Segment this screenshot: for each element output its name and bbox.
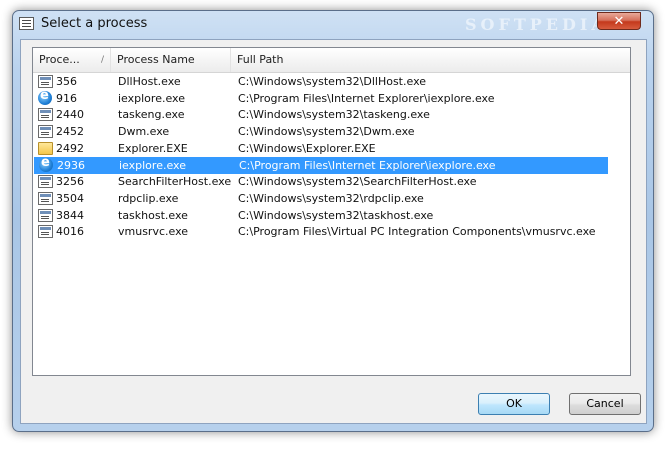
ok-button[interactable]: OK: [478, 393, 550, 415]
select-process-dialog: Select a process SOFTPEDIA ✕ Proce... / …: [12, 10, 654, 432]
table-row[interactable]: 3256 SearchFilterHost.exe C:\Windows\syste…: [33, 173, 630, 190]
process-name-cell: rdpclip.exe: [118, 191, 179, 205]
generic-exe-icon: [38, 108, 53, 122]
column-header-pid-label: Proce...: [39, 53, 80, 66]
generic-exe-icon: [38, 225, 53, 239]
process-name-cell: taskhost.exe: [118, 208, 188, 222]
table-row[interactable]: 2452 Dwm.exe C:\Windows\system32\Dwm.exe: [33, 123, 630, 140]
full-path-cell: C:\Windows\system32\Dwm.exe: [238, 125, 415, 139]
cancel-button[interactable]: Cancel: [569, 393, 641, 415]
process-name-cell: iexplore.exe: [118, 91, 185, 105]
table-row[interactable]: 3504 rdpclip.exe C:\Windows\system32\rdpcl…: [33, 190, 630, 207]
folder-icon: [38, 141, 53, 155]
watermark-logo: SOFTPEDIA: [465, 15, 608, 34]
process-id-cell: 356: [56, 75, 77, 88]
table-row[interactable]: 2936 iexplore.exe C:\Program Files\Interne…: [34, 155, 608, 174]
internet-explorer-icon: [38, 88, 52, 105]
table-row[interactable]: 3844 taskhost.exe C:\Windows\system32\task…: [33, 207, 630, 224]
full-path-cell: C:\Windows\system32\taskhost.exe: [238, 208, 434, 222]
title-bar[interactable]: Select a process SOFTPEDIA ✕: [13, 11, 653, 39]
table-row[interactable]: 916 iexplore.exe C:\Program Files\Internet…: [33, 88, 630, 107]
window-app-icon: [19, 17, 34, 30]
process-id-cell: 916: [56, 91, 77, 105]
process-id-cell: 2452: [56, 125, 84, 139]
full-path-cell: C:\Windows\system32\DllHost.exe: [238, 75, 427, 88]
process-id-cell: 2440: [56, 108, 84, 122]
table-row[interactable]: 356 DllHost.exe C:\Windows\system32\DllHos…: [33, 73, 630, 90]
generic-exe-icon: [38, 75, 53, 88]
table-row[interactable]: 2492 Explorer.EXE C:\Windows\Explorer.EXE: [33, 140, 630, 157]
generic-exe-icon: [38, 175, 53, 189]
process-name-cell: iexplore.exe: [119, 158, 186, 172]
close-icon: ✕: [613, 13, 625, 29]
process-name-cell: Dwm.exe: [118, 125, 170, 139]
process-id-cell: 4016: [56, 225, 84, 239]
full-path-cell: C:\Program Files\Internet Explorer\iexpl…: [238, 91, 495, 105]
full-path-cell: C:\Program Files\Virtual PC Integration …: [238, 225, 596, 239]
process-id-cell: 3504: [56, 191, 84, 205]
full-path-cell: C:\Windows\Explorer.EXE: [238, 141, 376, 155]
process-name-cell: vmusrvc.exe: [118, 225, 189, 239]
sort-indicator-icon: /: [100, 55, 104, 65]
full-path-cell: C:\Windows\system32\SearchFilterHost.exe: [238, 175, 477, 189]
process-id-cell: 3256: [56, 175, 84, 189]
generic-exe-icon: [38, 125, 53, 139]
full-path-cell: C:\Program Files\Internet Explorer\iexpl…: [239, 158, 496, 172]
internet-explorer-icon: [39, 155, 53, 172]
list-header: Proce... / Process Name Full Path: [33, 48, 630, 73]
process-id-cell: 2492: [56, 141, 84, 155]
process-name-cell: SearchFilterHost.exe: [118, 175, 232, 189]
process-list[interactable]: Proce... / Process Name Full Path 356 Dll…: [32, 47, 631, 376]
column-header-path[interactable]: Full Path: [231, 48, 630, 72]
process-name-cell: DllHost.exe: [118, 75, 181, 88]
table-row[interactable]: 4016 vmusrvc.exe C:\Program Files\Virtual …: [33, 223, 630, 240]
generic-exe-icon: [38, 191, 53, 205]
full-path-cell: C:\Windows\system32\taskeng.exe: [238, 108, 430, 122]
column-header-name-label: Process Name: [117, 53, 195, 66]
column-header-path-label: Full Path: [237, 53, 284, 66]
generic-exe-icon: [38, 208, 53, 222]
process-id-cell: 2936: [57, 158, 85, 172]
process-name-cell: Explorer.EXE: [118, 141, 188, 155]
full-path-cell: C:\Windows\system32\rdpclip.exe: [238, 191, 424, 205]
close-button[interactable]: ✕: [597, 12, 641, 30]
column-header-pid[interactable]: Proce... /: [33, 48, 111, 72]
column-header-name[interactable]: Process Name: [111, 48, 231, 72]
dialog-client-area: Proce... / Process Name Full Path 356 Dll…: [20, 39, 647, 424]
table-row[interactable]: 2440 taskeng.exe C:\Windows\system32\taske…: [33, 106, 630, 123]
process-id-cell: 3844: [56, 208, 84, 222]
process-name-cell: taskeng.exe: [118, 108, 185, 122]
window-title: Select a process: [41, 16, 148, 31]
